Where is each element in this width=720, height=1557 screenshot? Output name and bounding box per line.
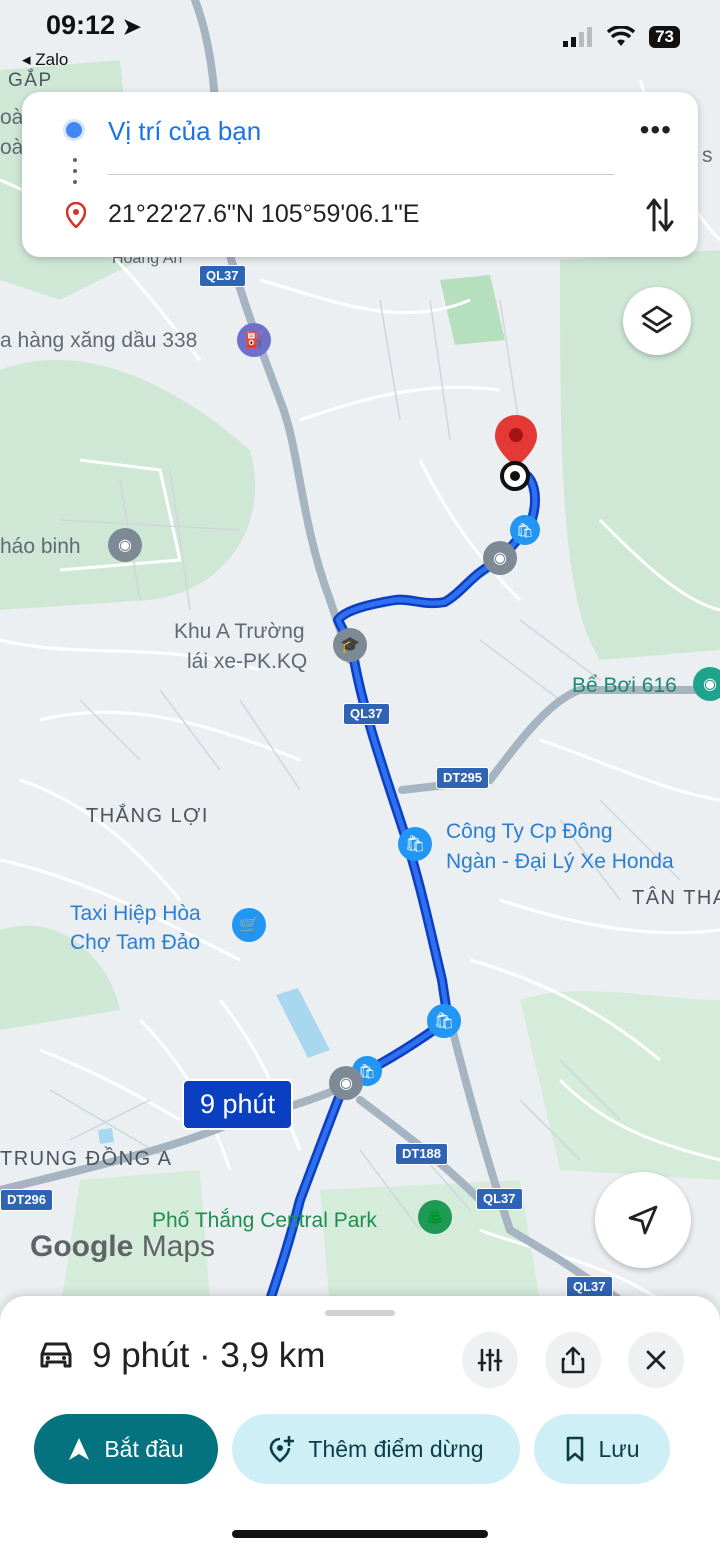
drag-handle[interactable]	[325, 1310, 395, 1316]
place-label[interactable]: Bể Bơi 616	[572, 672, 677, 700]
navigation-icon	[69, 1438, 90, 1460]
road-shield: DT296	[0, 1189, 54, 1211]
close-icon	[646, 1350, 666, 1370]
road-shield: QL37	[476, 1188, 523, 1210]
start-button-label: Bắt đầu	[104, 1435, 184, 1462]
add-stop-label: Thêm điểm dừng	[308, 1435, 484, 1462]
more-options-icon[interactable]: •••	[640, 114, 672, 146]
destination-pin-icon[interactable]	[493, 413, 539, 493]
signal-icon	[563, 27, 593, 47]
add-stop-button[interactable]: Thêm điểm dừng	[232, 1414, 520, 1484]
place-marker-icon[interactable]: ◉	[329, 1066, 363, 1100]
swap-icon[interactable]	[646, 196, 674, 234]
road-shield: DT188	[395, 1143, 449, 1165]
home-indicator[interactable]	[232, 1530, 488, 1538]
road-shield: QL37	[199, 265, 246, 287]
wifi-icon	[607, 26, 636, 46]
car-icon	[40, 1342, 72, 1368]
route-options-button[interactable]	[462, 1332, 518, 1388]
route-bottom-sheet: 9 phút · 3,9 km Bắt đầu Thêm điểm dừng L…	[0, 1296, 720, 1557]
area-label: TRUNG ĐỒNG A	[0, 1148, 173, 1170]
store-label[interactable]: Ngàn - Đại Lý Xe Honda	[446, 848, 674, 876]
school-icon[interactable]: 🎓	[333, 628, 367, 662]
shopping-cart-icon[interactable]: 🛒	[232, 908, 266, 942]
shopping-bag-icon[interactable]: 🛍	[510, 515, 540, 545]
share-icon	[561, 1346, 585, 1374]
gas-station-icon[interactable]: ⛽	[237, 323, 271, 357]
route-dots-icon	[73, 158, 77, 188]
place-marker-icon[interactable]: ◉	[693, 667, 720, 701]
navigation-arrow-icon	[628, 1205, 658, 1235]
gas-station-label[interactable]: a hàng xăng dầu 338	[0, 327, 197, 355]
layers-button[interactable]	[623, 287, 691, 355]
place-label[interactable]: háo binh	[0, 533, 81, 561]
store-label[interactable]: Taxi Hiệp Hòa	[70, 900, 201, 928]
status-icons: 73	[563, 26, 680, 48]
divider	[108, 174, 614, 175]
start-button[interactable]: Bắt đầu	[34, 1414, 218, 1484]
map-label: oà	[0, 136, 24, 159]
road-shield: DT295	[436, 767, 490, 789]
route-card: Vị trí của bạn 21°22'27.6"N 105°59'06.1"…	[22, 92, 698, 257]
eta-badge[interactable]: 9 phút	[182, 1079, 294, 1130]
share-button[interactable]	[545, 1332, 601, 1388]
shopping-bag-icon[interactable]: 🛍	[427, 1004, 461, 1038]
park-icon[interactable]: 🌲	[418, 1200, 452, 1234]
school-label[interactable]: Khu A Trường	[174, 618, 305, 646]
add-location-icon	[270, 1435, 295, 1463]
area-label: THẮNG LỢI	[86, 805, 209, 827]
origin-field[interactable]: Vị trí của bạn	[108, 116, 261, 147]
google-maps-logo: Google Maps	[30, 1230, 216, 1263]
bookmark-icon	[566, 1436, 583, 1462]
store-label[interactable]: Chợ Tam Đảo	[70, 929, 200, 957]
destination-pin-icon	[66, 202, 86, 228]
school-label[interactable]: lái xe-PK.KQ	[187, 648, 307, 676]
destination-field[interactable]: 21°22'27.6"N 105°59'06.1"E	[108, 200, 419, 229]
close-button[interactable]	[628, 1332, 684, 1388]
battery-icon: 73	[649, 26, 680, 48]
route-summary: 9 phút · 3,9 km	[92, 1336, 326, 1375]
shopping-bag-icon[interactable]: 🛍	[398, 827, 432, 861]
place-marker-icon[interactable]: ◉	[108, 528, 142, 562]
layers-icon	[641, 305, 673, 334]
road-shield: QL37	[566, 1276, 613, 1298]
status-time: 09:12 ➤	[46, 10, 142, 40]
save-label: Lưu	[598, 1435, 640, 1462]
save-button[interactable]: Lưu	[534, 1414, 670, 1484]
place-marker-icon[interactable]: ◉	[483, 541, 517, 575]
store-label[interactable]: Công Ty Cp Đông	[446, 818, 613, 846]
route-options-icon	[477, 1348, 503, 1372]
map-label: s	[702, 144, 713, 167]
area-label: TÂN THA	[632, 887, 720, 909]
current-location-icon	[63, 119, 85, 141]
road-shield: QL37	[343, 703, 390, 725]
status-bar: 09:12 ➤ ◂ Zalo 73	[0, 0, 720, 80]
locate-button[interactable]	[595, 1172, 691, 1268]
back-to-app-link[interactable]: ◂ Zalo	[22, 50, 68, 70]
